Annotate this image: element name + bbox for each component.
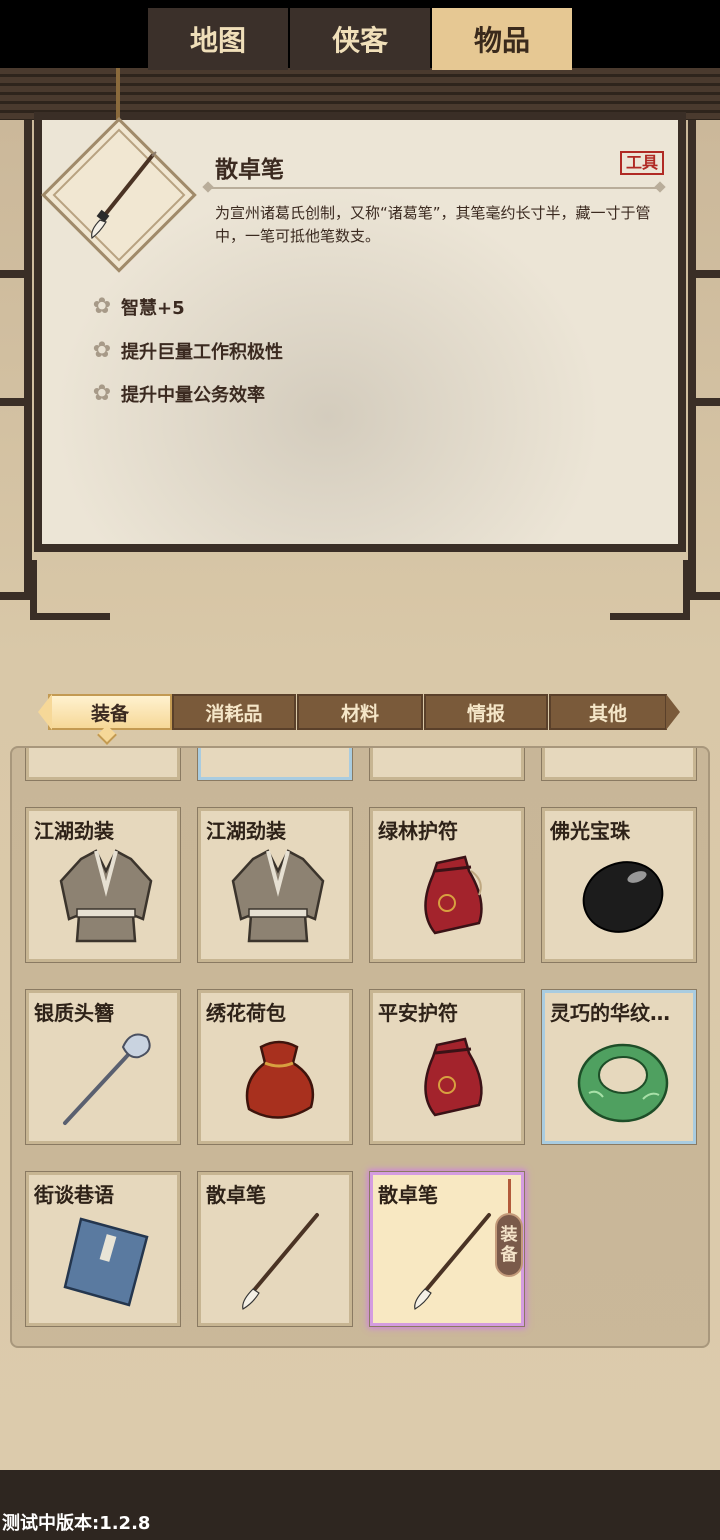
- stat-text: 提升中量公务效率: [121, 385, 265, 406]
- stat-text: 提升巨量工作积极性: [121, 342, 283, 363]
- inventory-slot[interactable]: [541, 748, 697, 781]
- inventory-slot[interactable]: 散卓笔: [197, 1171, 353, 1327]
- inventory-slot[interactable]: 江湖劲装: [25, 807, 181, 963]
- flower-icon: ✿: [92, 381, 112, 406]
- purse-icon: [245, 1040, 315, 1119]
- tab-other[interactable]: 其他: [549, 694, 667, 730]
- black-pearl-icon: [582, 861, 664, 933]
- stat-row: ✿ 提升巨量工作积极性: [90, 338, 283, 364]
- tab-intel[interactable]: 情报: [424, 694, 548, 730]
- slot-label: 江湖劲装: [206, 819, 286, 843]
- equip-button[interactable]: 装备: [495, 1213, 523, 1277]
- brush-icon: [242, 1213, 319, 1310]
- inventory-slot[interactable]: [197, 748, 353, 781]
- frame-corner-right: [610, 560, 690, 620]
- inventory-slot[interactable]: [369, 748, 525, 781]
- inventory-slot-selected[interactable]: 散卓笔 装备: [369, 1171, 525, 1327]
- stat-row: ✿ 提升中量公务效率: [90, 381, 265, 407]
- inventory-slot[interactable]: 佛光宝珠: [541, 807, 697, 963]
- nav-map-button[interactable]: 地图: [148, 8, 288, 70]
- inventory-slot[interactable]: 银质头簪: [25, 989, 181, 1145]
- category-tabs: 装备 消耗品 材料 情报 其他: [38, 694, 680, 730]
- jade-ring-icon: [577, 1043, 669, 1123]
- window-lattice-left: [0, 120, 32, 600]
- slot-label: 灵巧的华纹…: [550, 1001, 670, 1025]
- inventory-slot[interactable]: 绣花荷包: [197, 989, 353, 1145]
- inventory-slot[interactable]: 街谈巷语: [25, 1171, 181, 1327]
- title-divider: [208, 187, 660, 189]
- inventory-slot[interactable]: 绿林护符: [369, 807, 525, 963]
- robe-icon: [231, 849, 325, 943]
- slot-label: 银质头簪: [34, 1001, 114, 1025]
- item-description: 为宣州诸葛氏创制，又称“诸葛笔”，其笔毫约长寸半，藏一寸于管中，一笔可抵他笔数支…: [215, 204, 651, 245]
- book-icon: [63, 1217, 149, 1307]
- stat-row: ✿ 智慧+5: [90, 294, 185, 320]
- inventory-slot[interactable]: 平安护符: [369, 989, 525, 1145]
- hairpin-icon: [63, 1033, 151, 1125]
- flower-icon: ✿: [92, 294, 112, 319]
- frame-corner-left: [30, 560, 110, 620]
- pouch-icon: [424, 855, 483, 935]
- brush-icon: [414, 1213, 491, 1310]
- version-label: 测试中版本:1.2.8: [2, 1513, 151, 1534]
- brush-icon: [91, 151, 157, 240]
- inventory-slot[interactable]: 灵巧的华纹…: [541, 989, 697, 1145]
- stat-text: 智慧+5: [121, 298, 185, 319]
- tab-consumables[interactable]: 消耗品: [172, 694, 296, 730]
- inventory-slot[interactable]: [25, 748, 181, 781]
- window-lattice-right: [688, 120, 720, 600]
- slot-label: 平安护符: [378, 1001, 458, 1025]
- robe-icon: [59, 849, 153, 943]
- nav-heroes-button[interactable]: 侠客: [290, 8, 430, 70]
- slot-label: 绣花荷包: [206, 1001, 286, 1025]
- item-name: 散卓笔: [215, 157, 284, 183]
- slot-label: 街谈巷语: [34, 1183, 114, 1207]
- nav-items-button[interactable]: 物品: [432, 8, 572, 70]
- inventory-grid[interactable]: 江湖劲装 江湖劲装 绿林护符 佛光宝珠 银质头簪 绣花荷包 平安护符 灵巧的华纹…: [10, 746, 710, 1348]
- flower-icon: ✿: [92, 338, 112, 363]
- slot-label: 绿林护符: [378, 819, 458, 843]
- pouch-icon: [424, 1037, 483, 1117]
- tab-arrow-left: [38, 694, 52, 730]
- slot-label: 佛光宝珠: [550, 819, 630, 843]
- equip-tag-string: [508, 1179, 511, 1215]
- tab-arrow-right: [666, 694, 680, 730]
- tab-equipment[interactable]: 装备: [48, 694, 172, 730]
- tab-materials[interactable]: 材料: [297, 694, 423, 730]
- slot-label: 散卓笔: [206, 1183, 266, 1207]
- slot-label: 江湖劲装: [34, 819, 114, 843]
- slot-label: 散卓笔: [378, 1183, 438, 1207]
- item-type-badge: 工具: [620, 151, 665, 175]
- inventory-slot[interactable]: 江湖劲装: [197, 807, 353, 963]
